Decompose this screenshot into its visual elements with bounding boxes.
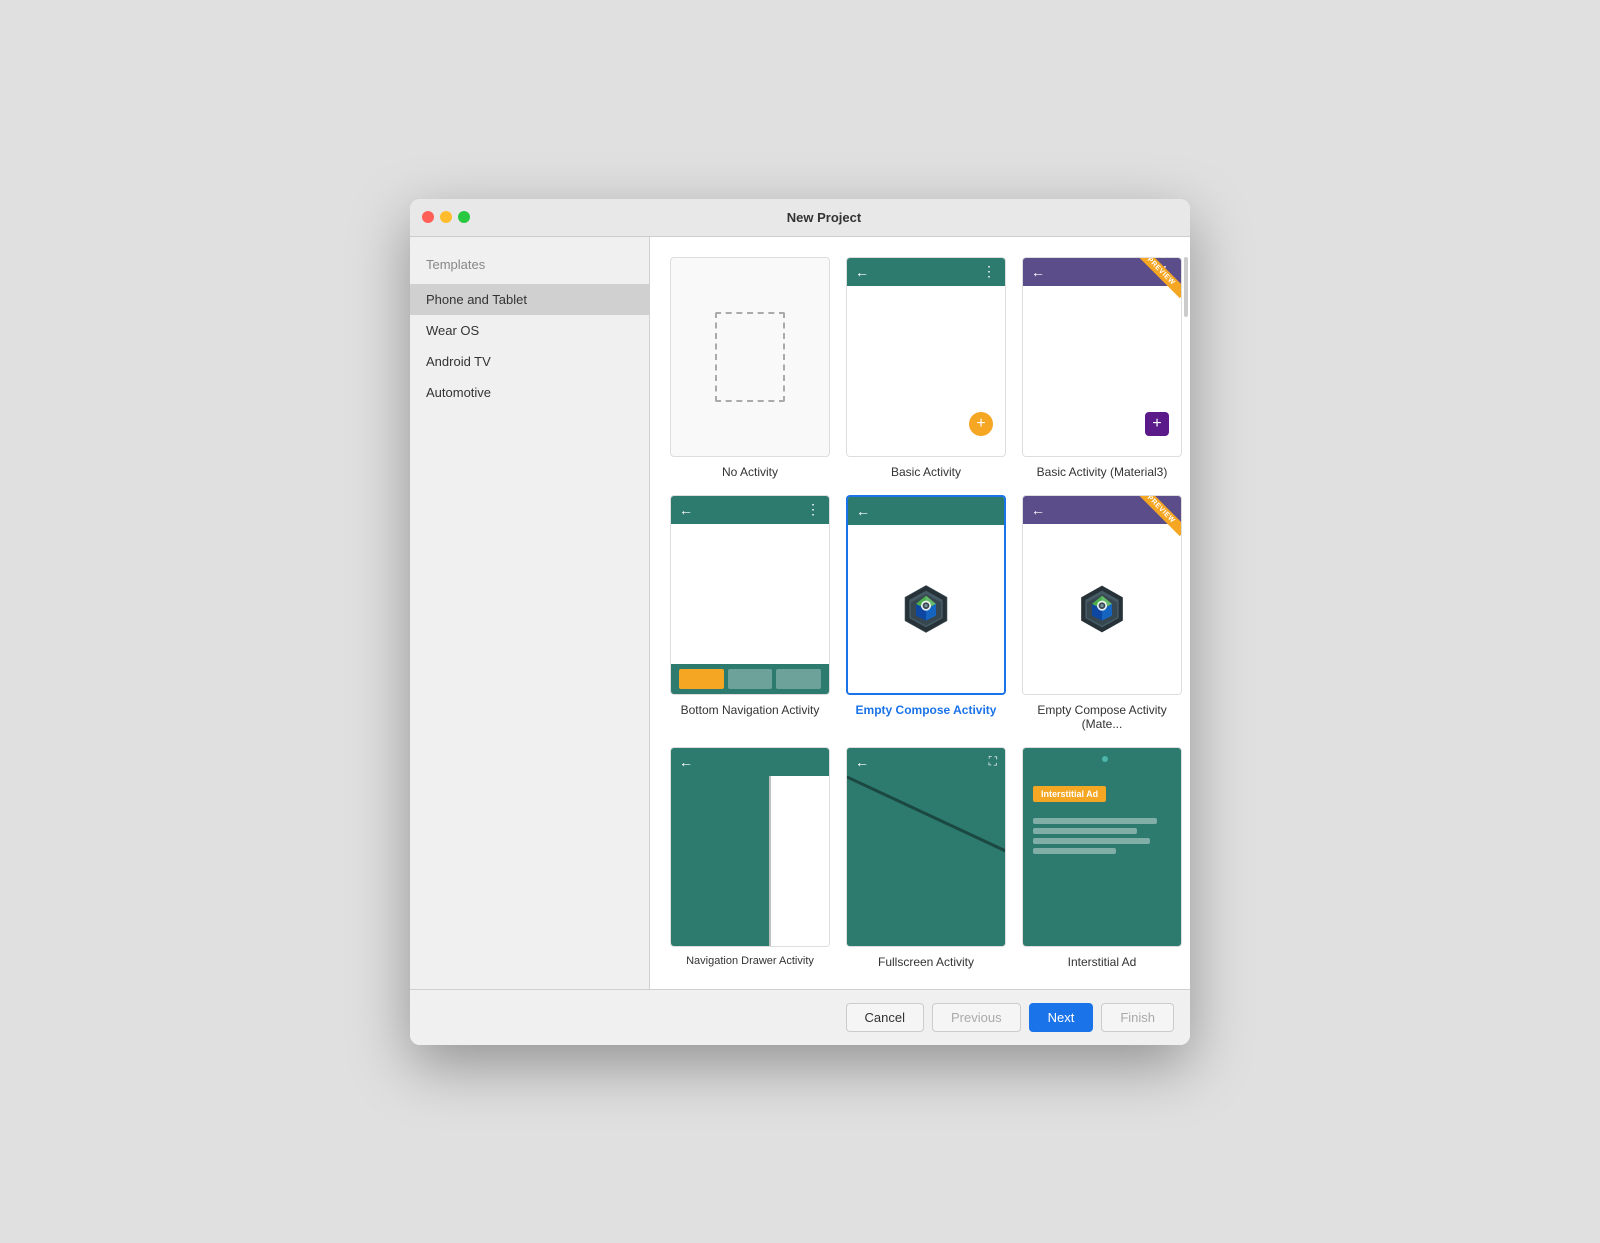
maximize-button[interactable] [458,211,470,223]
template-interstitial-ad[interactable]: Interstitial Ad Interstitial Ad [1022,747,1182,969]
phone-body-basic: + [847,286,1005,456]
drawer-preview-content: ← [671,748,829,946]
android-studio-icon [901,584,951,634]
drawer-shadow [769,776,771,946]
drawer-panel [671,776,769,946]
menu-dots-nav-icon: ⋮ [806,501,821,518]
template-empty-compose-m3-preview: ← [1022,495,1182,695]
back-arrow-fullscreen-icon: ← [855,754,869,770]
template-fullscreen[interactable]: ← ⛶ Fullscreen Activity [846,747,1006,969]
scrollbar-track[interactable] [1182,237,1190,989]
bottom-nav-bar [671,664,829,694]
template-basic-activity[interactable]: ← ⋮ + Basic Activity [846,257,1006,479]
template-basic-activity-preview: ← ⋮ + [846,257,1006,457]
template-basic-activity-m3-label: Basic Activity (Material3) [1037,465,1168,479]
titlebar: New Project [410,199,1190,237]
template-empty-compose-m3-label: Empty Compose Activity (Mate... [1022,703,1182,731]
template-fullscreen-preview: ← ⛶ [846,747,1006,947]
bottom-nav-tab-3 [776,669,821,689]
template-empty-compose-preview: ← [846,495,1006,695]
templates-grid: No Activity ← ⋮ + [670,257,1170,969]
back-arrow-m3-icon: ← [1031,264,1045,280]
template-interstitial-ad-label: Interstitial Ad [1068,955,1137,969]
template-basic-activity-label: Basic Activity [891,465,961,479]
window-title: New Project [470,210,1178,225]
sidebar-item-wear-os[interactable]: Wear OS [410,315,649,346]
sidebar-item-automotive[interactable]: Automotive [410,377,649,408]
fullscreen-icon: ⛶ [989,754,997,769]
phone-body-compose [848,525,1004,693]
preview-badge-text: PREVIEW [1135,258,1181,298]
template-drawer-nav-label: Navigation Drawer Activity [686,955,814,967]
preview-badge-m3: PREVIEW [1131,258,1181,308]
back-arrow-icon: ← [855,264,869,280]
preview-badge-compose-m3: PREVIEW [1131,496,1181,546]
template-empty-compose-label: Empty Compose Activity [856,703,997,717]
template-no-activity-label: No Activity [722,465,778,479]
next-button[interactable]: Next [1029,1003,1094,1032]
phone-body-nav [671,524,829,664]
sidebar: Templates Phone and Tablet Wear OS Andro… [410,237,650,989]
diagonal-overlay [847,776,1005,946]
interstitial-line-2 [1033,828,1137,834]
template-basic-activity-m3[interactable]: ← ⋮ + PREVIEW Basic Activity (Material3) [1022,257,1182,479]
sidebar-item-android-tv[interactable]: Android TV [410,346,649,377]
template-fullscreen-label: Fullscreen Activity [878,955,974,969]
phone-body-m3: + [1023,286,1181,456]
templates-area: No Activity ← ⋮ + [650,237,1190,989]
template-bottom-nav[interactable]: ← ⋮ Bottom Navigation Activity [670,495,830,731]
template-empty-compose[interactable]: ← [846,495,1006,731]
phone-mockup-fullscreen: ← ⛶ [847,748,1005,946]
phone-mockup-compose: ← [848,497,1004,693]
phone-body-fullscreen [847,776,1005,946]
main-content: Templates Phone and Tablet Wear OS Andro… [410,237,1190,989]
dashed-rectangle [715,312,785,402]
preview-badge-compose-m3-text: PREVIEW [1135,496,1181,536]
interstitial-line-3 [1033,838,1150,844]
bottom-nav-tab-2 [728,669,773,689]
back-arrow-nav-icon: ← [679,502,693,518]
interstitial-dot [1102,756,1108,762]
template-basic-activity-m3-preview: ← ⋮ + PREVIEW [1022,257,1182,457]
interstitial-line-4 [1033,848,1116,854]
minimize-button[interactable] [440,211,452,223]
template-drawer-nav[interactable]: ← Navigation Drawer Activity [670,747,830,969]
back-arrow-compose-icon: ← [856,503,870,519]
phone-mockup-bottom-nav: ← ⋮ [671,496,829,694]
template-no-activity-preview [670,257,830,457]
sidebar-item-phone-tablet[interactable]: Phone and Tablet [410,284,649,315]
back-arrow-compose-m3-icon: ← [1031,502,1045,518]
template-interstitial-ad-preview: Interstitial Ad [1022,747,1182,947]
phone-body-compose-m3 [1023,524,1181,694]
interstitial-ad-badge: Interstitial Ad [1033,786,1106,802]
scrollbar-thumb[interactable] [1184,257,1188,317]
finish-button[interactable]: Finish [1101,1003,1174,1032]
cancel-button[interactable]: Cancel [846,1003,924,1032]
close-button[interactable] [422,211,434,223]
menu-dots-icon: ⋮ [982,263,997,280]
template-empty-compose-m3[interactable]: ← [1022,495,1182,731]
previous-button[interactable]: Previous [932,1003,1021,1032]
template-drawer-nav-preview: ← [670,747,830,947]
interstitial-line-1 [1033,818,1157,824]
template-bottom-nav-preview: ← ⋮ [670,495,830,695]
interstitial-lines [1033,818,1171,854]
diagonal-line [847,776,1005,862]
interstitial-content: Interstitial Ad [1033,784,1171,854]
traffic-lights [422,211,470,223]
sidebar-heading: Templates [410,253,649,284]
drawer-back-icon: ← [679,754,693,770]
drawer-topbar: ← [671,748,829,776]
android-studio-icon-m3 [1077,584,1127,634]
footer: Cancel Previous Next Finish [410,989,1190,1045]
fab-button: + [969,412,993,436]
template-no-activity[interactable]: No Activity [670,257,830,479]
bottom-nav-tab-1 [679,669,724,689]
new-project-window: New Project Templates Phone and Tablet W… [410,199,1190,1045]
phone-mockup-basic: ← ⋮ + [847,258,1005,456]
template-bottom-nav-label: Bottom Navigation Activity [681,703,820,717]
interstitial-preview-content: Interstitial Ad [1023,748,1181,946]
